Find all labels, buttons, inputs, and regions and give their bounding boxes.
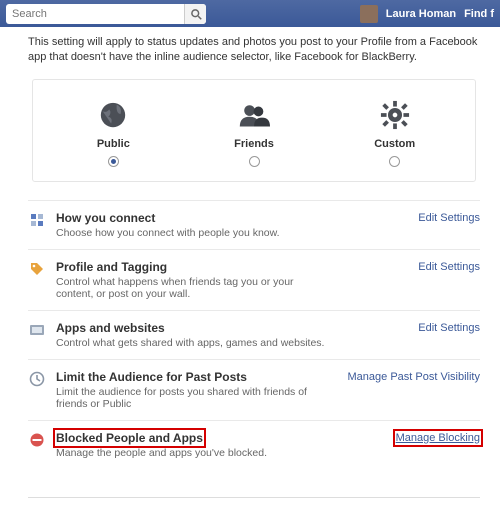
section-how-you-connect: How you connect Choose how you connect w… xyxy=(28,200,480,249)
section-blocked-people-apps: Blocked People and Apps Manage the peopl… xyxy=(28,420,480,469)
audience-option-public[interactable]: Public xyxy=(43,98,184,167)
edit-settings-link[interactable]: Edit Settings xyxy=(340,321,480,334)
search-input[interactable] xyxy=(6,6,184,22)
section-title: How you connect xyxy=(56,211,330,225)
tag-icon xyxy=(28,261,46,277)
friends-icon xyxy=(237,98,271,132)
section-title: Blocked People and Apps xyxy=(56,431,203,445)
audience-option-custom[interactable]: Custom xyxy=(324,98,465,167)
section-desc: Manage the people and apps you've blocke… xyxy=(56,447,330,459)
globe-icon xyxy=(96,98,130,132)
section-profile-tagging: Profile and Tagging Control what happens… xyxy=(28,249,480,310)
search-button[interactable] xyxy=(184,4,206,24)
highlight-blocked-title: Blocked People and Apps xyxy=(56,431,203,445)
audience-label: Custom xyxy=(374,138,415,150)
audience-label: Friends xyxy=(234,138,274,150)
manage-past-post-link[interactable]: Manage Past Post Visibility xyxy=(340,370,480,383)
section-desc: Choose how you connect with people you k… xyxy=(56,227,330,239)
audience-selector: Public Friends Custom xyxy=(32,79,476,182)
edit-settings-link[interactable]: Edit Settings xyxy=(340,211,480,224)
radio-custom[interactable] xyxy=(389,156,400,167)
search-icon xyxy=(190,8,202,20)
connect-icon xyxy=(28,212,46,228)
topbar-right: Laura Homan Find f xyxy=(360,5,494,23)
section-desc: Control what happens when friends tag yo… xyxy=(56,276,330,300)
content-area: This setting will apply to status update… xyxy=(0,27,500,510)
footer-divider xyxy=(28,497,480,498)
intro-text: This setting will apply to status update… xyxy=(28,35,480,65)
audience-label: Public xyxy=(97,138,130,150)
section-title: Limit the Audience for Past Posts xyxy=(56,370,330,384)
section-limit-past-posts: Limit the Audience for Past Posts Limit … xyxy=(28,359,480,420)
section-apps-websites: Apps and websites Control what gets shar… xyxy=(28,310,480,359)
apps-icon xyxy=(28,322,46,338)
manage-blocking-link[interactable]: Manage Blocking xyxy=(396,432,480,444)
clock-icon xyxy=(28,371,46,387)
edit-settings-link[interactable]: Edit Settings xyxy=(340,260,480,273)
audience-option-friends[interactable]: Friends xyxy=(184,98,325,167)
section-desc: Limit the audience for posts you shared … xyxy=(56,386,330,410)
radio-friends[interactable] xyxy=(249,156,260,167)
avatar[interactable] xyxy=(360,5,378,23)
manage-blocking-link-wrap: Manage Blocking xyxy=(340,431,480,444)
user-name-link[interactable]: Laura Homan xyxy=(386,8,456,20)
radio-public[interactable] xyxy=(108,156,119,167)
find-friends-link[interactable]: Find f xyxy=(464,8,494,20)
block-icon xyxy=(28,432,46,448)
search-wrap xyxy=(6,4,206,24)
topbar: Laura Homan Find f xyxy=(0,0,500,27)
gear-icon xyxy=(378,98,412,132)
section-title: Apps and websites xyxy=(56,321,330,335)
section-title: Profile and Tagging xyxy=(56,260,330,274)
section-desc: Control what gets shared with apps, game… xyxy=(56,337,330,349)
